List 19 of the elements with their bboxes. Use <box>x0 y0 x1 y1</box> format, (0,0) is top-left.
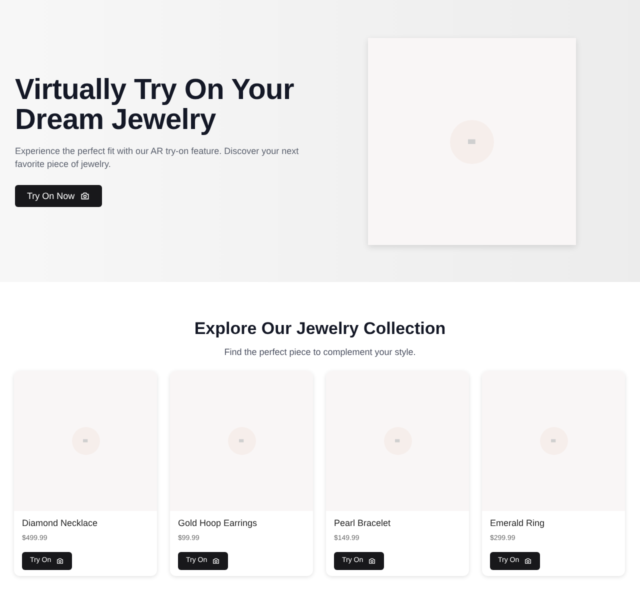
product-name: Diamond Necklace <box>22 518 99 528</box>
product-name: Pearl Bracelet <box>334 518 392 528</box>
hero-description: Experience the perfect fit with our AR try-on feature. Discover your next favorite piece of jewelry. <box>15 145 300 171</box>
camera-icon <box>56 556 64 564</box>
camera-icon <box>212 556 220 564</box>
image-placeholder-icon <box>239 439 244 443</box>
image-placeholder-icon <box>395 439 400 443</box>
section-subtitle: Find the perfect piece to complement your style. <box>224 347 416 357</box>
image-placeholder-icon <box>551 439 556 443</box>
product-name: Gold Hoop Earrings <box>178 518 258 528</box>
image-placeholder-icon <box>468 138 476 144</box>
camera-icon <box>524 556 532 564</box>
camera-icon <box>80 191 90 201</box>
product-name: Emerald Ring <box>490 518 546 528</box>
image-placeholder-icon <box>83 439 88 443</box>
try-on-now-button[interactable]: Try On Now <box>15 185 102 207</box>
hero-title: Virtually Try On Your Dream Jewelry <box>15 75 295 135</box>
camera-icon <box>368 556 376 564</box>
section-title: Explore Our Jewelry Collection <box>194 319 446 339</box>
